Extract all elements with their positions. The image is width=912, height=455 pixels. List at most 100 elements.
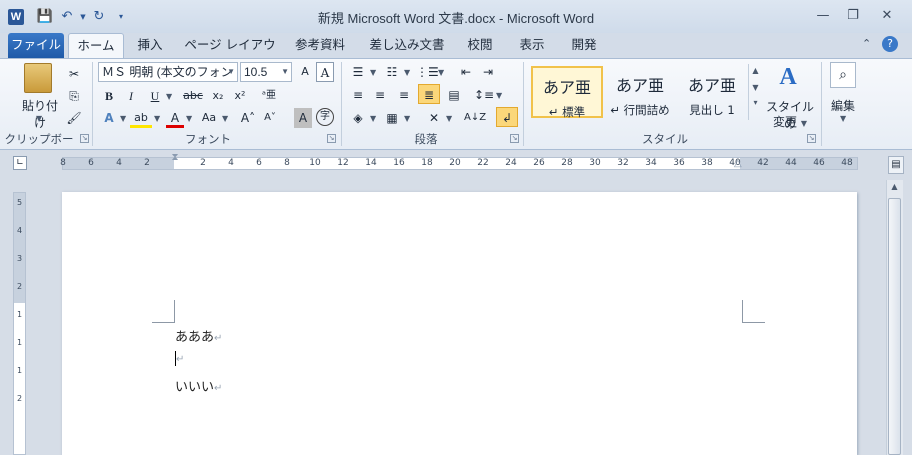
shading-dropdown-icon[interactable]: ▼ [370, 114, 376, 123]
clipboard-launcher-icon[interactable]: ↘ [80, 134, 89, 143]
tab-insert[interactable]: 挿入 [130, 33, 170, 58]
sort-icon[interactable]: A↓Z [464, 108, 486, 128]
gallery-more-icon[interactable]: ▾ [749, 98, 762, 107]
right-indent-marker[interactable]: △ [734, 158, 744, 169]
font-size-combo[interactable]: 10.5 ▼ [240, 62, 292, 82]
copy-icon[interactable]: ⎘ [64, 86, 84, 106]
paragraph-launcher-icon[interactable]: ↘ [510, 134, 519, 143]
bullets-icon[interactable]: ☰ [348, 62, 368, 82]
scrollbar-thumb[interactable] [888, 198, 901, 455]
numbering-dropdown-icon[interactable]: ▼ [404, 68, 410, 77]
tab-home[interactable]: ホーム [68, 33, 124, 58]
borders-dropdown-icon[interactable]: ▼ [404, 114, 410, 123]
font-name-combo[interactable]: ＭＳ 明朝 (本文のフォン ▼ [98, 62, 238, 82]
underline-icon[interactable]: U [146, 86, 164, 106]
change-styles-icon[interactable]: A [772, 64, 804, 91]
strikethrough-icon[interactable]: abc [180, 86, 206, 106]
align-right-icon[interactable]: ≡ [394, 85, 414, 105]
font-name-value: ＭＳ 明朝 (本文のフォン [102, 65, 233, 79]
collapse-ribbon-icon[interactable]: ⌃ [862, 37, 871, 50]
grow-font-size-icon[interactable]: A˄ [238, 108, 258, 128]
underline-dropdown-icon[interactable]: ▼ [166, 92, 172, 101]
asian-layout-dropdown-icon[interactable]: ▼ [446, 114, 452, 123]
enclose-characters-icon[interactable]: 字 [316, 108, 334, 126]
change-case-dropdown-icon[interactable]: ▼ [222, 114, 228, 123]
first-line-indent-marker[interactable]: ⧗ [170, 152, 180, 172]
format-painter-icon[interactable]: 🖌 [64, 108, 84, 128]
ruler-number: 28 [561, 158, 573, 168]
vruler-number: 1 [16, 366, 23, 375]
distributed-icon[interactable]: ▤ [444, 85, 464, 105]
bold-icon[interactable]: B [100, 86, 118, 106]
ruler-number: 4 [116, 158, 122, 168]
editing-label[interactable]: 編集 [826, 97, 860, 114]
bullets-dropdown-icon[interactable]: ▼ [370, 68, 376, 77]
scroll-up-icon[interactable]: ▲ [888, 182, 901, 196]
character-shading-icon[interactable]: A [294, 108, 312, 128]
clear-formatting-icon[interactable]: A [316, 62, 334, 82]
view-ruler-icon[interactable]: ▤ [888, 156, 904, 174]
ruler-number: 16 [393, 158, 405, 168]
minimize-icon[interactable]: — [810, 6, 836, 26]
numbering-icon[interactable]: ☷ [382, 62, 402, 82]
gallery-up-icon[interactable]: ▲ [749, 66, 762, 75]
justify-icon[interactable]: ≣ [418, 84, 440, 104]
shading-icon[interactable]: ◈ [348, 108, 368, 128]
text-effects-dropdown-icon[interactable]: ▼ [120, 114, 126, 123]
find-binoculars-icon[interactable]: ⌕ [830, 62, 856, 88]
borders-icon[interactable]: ▦ [382, 108, 402, 128]
align-left-icon[interactable]: ≡ [348, 85, 368, 105]
change-styles-label-2[interactable]: 変更 ▼ [768, 113, 812, 130]
styles-launcher-icon[interactable]: ↘ [807, 134, 816, 143]
paste-dropdown-icon[interactable]: ▼ [36, 114, 42, 123]
font-color-dropdown-icon[interactable]: ▼ [186, 114, 192, 123]
font-color-icon[interactable]: A [166, 108, 184, 128]
tab-file[interactable]: ファイル [8, 33, 64, 58]
close-icon[interactable]: ✕ [874, 6, 900, 26]
gallery-down-icon[interactable]: ▼ [749, 83, 762, 92]
maximize-icon[interactable]: ❐ [840, 6, 866, 26]
vruler-number: 5 [16, 198, 23, 207]
asian-layout-icon[interactable]: ✕ [424, 108, 444, 128]
styles-gallery-scroll[interactable]: ▲ ▼ ▾ [748, 64, 762, 120]
subscript-icon[interactable]: x₂ [208, 86, 228, 106]
decrease-indent-icon[interactable]: ⇤ [456, 62, 476, 82]
font-launcher-icon[interactable]: ↘ [327, 134, 336, 143]
tab-page-layout[interactable]: ページ レイアウト [180, 33, 280, 76]
style-no-spacing[interactable]: あア亜 ↵ 行間詰め [604, 66, 676, 118]
tab-selector-icon[interactable]: ∟ [13, 156, 27, 170]
tab-review[interactable]: 校閲 [460, 33, 500, 58]
increase-indent-icon[interactable]: ⇥ [478, 62, 498, 82]
tab-view[interactable]: 表示 [510, 33, 554, 58]
show-formatting-marks-icon[interactable]: ↲ [496, 107, 518, 127]
document-line[interactable]: あああ↵ [175, 326, 222, 345]
tab-mailings[interactable]: 差し込み文書 [362, 33, 452, 58]
document-line[interactable]: いいい↵ [175, 376, 222, 395]
line-spacing-dropdown-icon[interactable]: ▼ [496, 91, 502, 100]
cut-icon[interactable]: ✂ [64, 64, 84, 84]
shrink-font-size-icon[interactable]: A˅ [260, 108, 280, 128]
text-effects-icon[interactable]: A [100, 108, 118, 128]
line-spacing-icon[interactable]: ↕≡ [474, 85, 494, 105]
style-name: 見出し 1 [689, 103, 735, 117]
document-page[interactable] [62, 192, 857, 455]
change-case-icon[interactable]: Aa [198, 108, 220, 128]
document-line[interactable]: ↵ [175, 351, 184, 366]
multilevel-list-icon[interactable]: ⋮☰ [416, 62, 439, 82]
highlight-icon[interactable]: ab [130, 108, 152, 128]
phonetic-guide-icon[interactable]: ᵃ亜 [258, 86, 280, 106]
superscript-icon[interactable]: x² [230, 86, 250, 106]
style-normal[interactable]: あア亜 ↵ 標準 [531, 66, 603, 119]
highlight-dropdown-icon[interactable]: ▼ [154, 114, 160, 123]
align-center-icon[interactable]: ≡ [370, 85, 390, 105]
paste-icon[interactable] [24, 63, 52, 93]
multilevel-dropdown-icon[interactable]: ▼ [438, 68, 444, 77]
style-heading-1[interactable]: あア亜 見出し 1 [676, 66, 748, 118]
grow-font-icon[interactable]: A [296, 62, 314, 82]
vruler-number: 2 [16, 282, 23, 291]
italic-icon[interactable]: I [122, 86, 140, 106]
help-icon[interactable]: ? [882, 36, 898, 52]
editing-dropdown-icon[interactable]: ▼ [840, 114, 846, 123]
tab-references[interactable]: 参考資料 [288, 33, 352, 58]
tab-developer[interactable]: 開発 [562, 33, 606, 58]
